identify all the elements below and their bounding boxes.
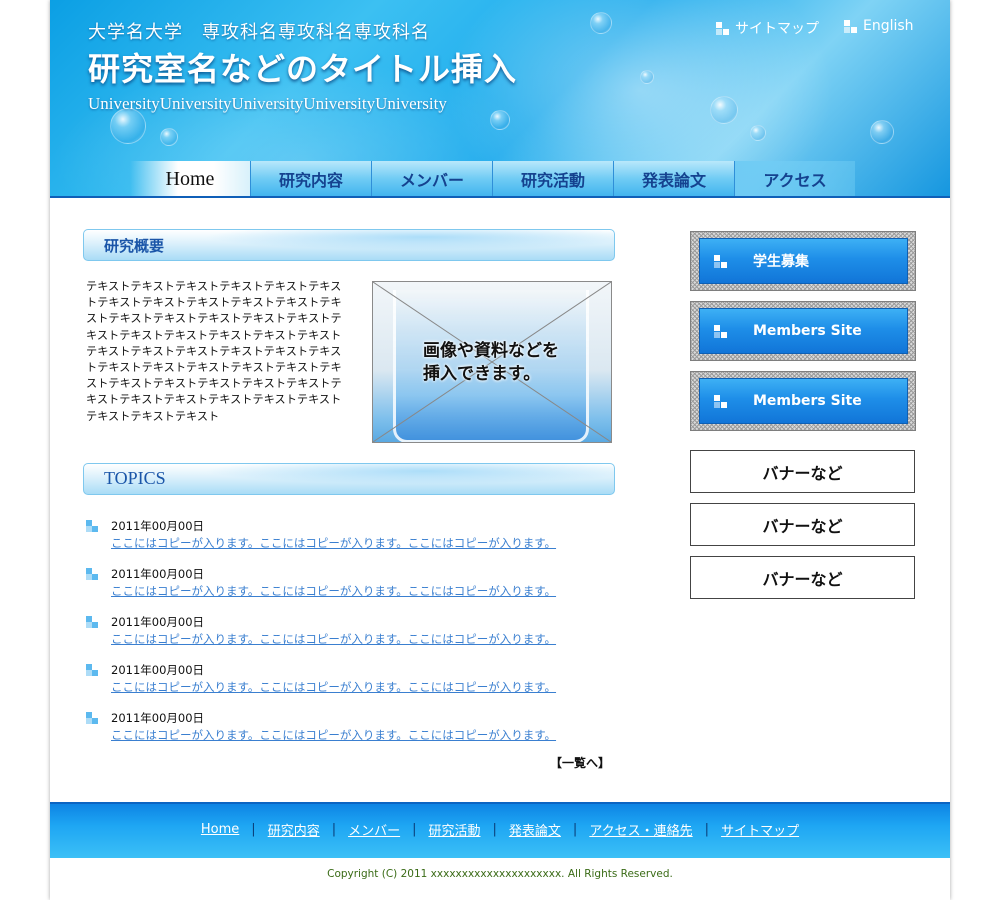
topics-heading-bar: TOPICS (83, 463, 615, 495)
bubble-decoration (870, 120, 894, 144)
lab-title: 研究室名などのタイトル挿入 (88, 50, 518, 88)
button-face: Members Site (699, 378, 908, 424)
banner-3[interactable]: バナーなど (690, 556, 915, 599)
heading-wave-decoration (204, 464, 614, 484)
image-caption: 画像や資料などを 挿入できます。 (423, 340, 559, 386)
topic-date: 2011年00月00日 (111, 663, 205, 677)
site-header: 大学名大学 専攻科名専攻科名専攻科名 研究室名などのタイトル挿入 Univers… (50, 0, 950, 198)
university-name: 大学名大学 専攻科名専攻科名専攻科名 (88, 22, 430, 43)
bubble-decoration (590, 12, 612, 34)
sitemap-link-label: サイトマップ (735, 21, 819, 37)
footer-separator: | (572, 822, 578, 837)
university-name-en: UniversityUniversityUniversityUniversity… (88, 94, 447, 113)
topic-date: 2011年00月00日 (111, 711, 205, 725)
checker-square-icon (86, 568, 98, 580)
checker-square-icon (86, 520, 98, 532)
bubble-decoration (490, 110, 510, 130)
members-site-button[interactable]: Members Site (690, 301, 916, 361)
footer-link-home[interactable]: Home (201, 822, 239, 837)
overview-heading: 研究概要 (104, 237, 165, 255)
footer-link-members[interactable]: メンバー (348, 820, 400, 839)
footer-link-papers[interactable]: 発表論文 (509, 820, 561, 839)
footer-link-research[interactable]: 研究内容 (268, 820, 320, 839)
heading-wave-decoration (204, 230, 614, 250)
nav-tab-home[interactable]: Home (130, 161, 251, 197)
copyright: Copyright (C) 2011 xxxxxxxxxxxxxxxxxxxxx… (327, 868, 673, 880)
checker-square-icon (86, 664, 98, 676)
topic-date: 2011年00月00日 (111, 567, 205, 581)
student-recruitment-button[interactable]: 学生募集 (690, 231, 916, 291)
english-link-label: English (863, 18, 914, 34)
footer-separator: | (412, 822, 417, 837)
main-nav: Home 研究内容 メンバー 研究活動 発表論文 アクセス (130, 161, 855, 197)
checker-square-icon (86, 712, 98, 724)
footer-separator: | (331, 822, 337, 837)
sitemap-link[interactable]: サイトマップ (716, 18, 819, 38)
overview-image: 画像や資料などを 挿入できます。 (372, 281, 612, 443)
nav-tab-research[interactable]: 研究内容 (251, 161, 372, 197)
button-face: Members Site (699, 308, 908, 354)
topic-link[interactable]: ここにはコピーが入ります。ここにはコピーが入ります。ここにはコピーが入ります。 (111, 535, 556, 551)
footer-nav: Home | 研究内容 | メンバー | 研究活動 | 発表論文 | アクセス・… (50, 820, 950, 839)
topic-link[interactable]: ここにはコピーが入ります。ここにはコピーが入ります。ここにはコピーが入ります。 (111, 679, 556, 695)
topic-link[interactable]: ここにはコピーが入ります。ここにはコピーが入ります。ここにはコピーが入ります。 (111, 583, 556, 599)
image-caption-line: 画像や資料などを (423, 341, 559, 361)
page: 大学名大学 専攻科名専攻科名専攻科名 研究室名などのタイトル挿入 Univers… (0, 0, 1000, 900)
bubble-decoration (750, 125, 766, 141)
topic-link[interactable]: ここにはコピーが入ります。ここにはコピーが入ります。ここにはコピーが入ります。 (111, 631, 556, 647)
button-label: 学生募集 (753, 254, 809, 270)
banner-2[interactable]: バナーなど (690, 503, 915, 546)
footer-separator: | (251, 822, 256, 837)
nav-tab-papers[interactable]: 発表論文 (614, 161, 735, 197)
button-label: Members Site (753, 393, 862, 409)
footer-separator: | (492, 822, 497, 837)
content-wrapper: 大学名大学 専攻科名専攻科名専攻科名 研究室名などのタイトル挿入 Univers… (50, 0, 950, 900)
nav-tab-members[interactable]: メンバー (372, 161, 493, 197)
checker-square-icon (714, 254, 727, 268)
checker-square-icon (716, 21, 729, 35)
button-face: 学生募集 (699, 238, 908, 284)
banner-1[interactable]: バナーなど (690, 450, 915, 493)
footer-link-activities[interactable]: 研究活動 (429, 820, 481, 839)
topic-link[interactable]: ここにはコピーが入ります。ここにはコピーが入ります。ここにはコピーが入ります。 (111, 727, 556, 743)
header-divider (50, 196, 950, 198)
overview-text: テキストテキストテキストテキストテキストテキストテキストテキストテキストテキスト… (86, 280, 342, 423)
topics-heading: TOPICS (104, 468, 166, 488)
overview-heading-bar: 研究概要 (83, 229, 615, 261)
checker-square-icon (714, 394, 727, 408)
image-caption-line: 挿入できます。 (423, 364, 541, 384)
members-site-button-2[interactable]: Members Site (690, 371, 916, 431)
topics-more-link[interactable]: 【一覧へ】 (550, 754, 610, 771)
topic-date: 2011年00月00日 (111, 519, 205, 533)
footer-separator: | (704, 822, 710, 837)
english-link[interactable]: English (844, 18, 914, 34)
bubble-decoration (160, 128, 178, 146)
nav-tab-access[interactable]: アクセス (735, 161, 855, 197)
footer-link-sitemap[interactable]: サイトマップ (721, 820, 799, 839)
nav-tab-activities[interactable]: 研究活動 (493, 161, 614, 197)
checker-square-icon (714, 324, 727, 338)
bubble-decoration (640, 70, 654, 84)
bubble-decoration (710, 96, 738, 124)
checker-square-icon (86, 616, 98, 628)
checker-square-icon (844, 19, 857, 33)
topic-date: 2011年00月00日 (111, 615, 205, 629)
button-label: Members Site (753, 323, 862, 339)
footer-link-access[interactable]: アクセス・連絡先 (589, 820, 692, 839)
